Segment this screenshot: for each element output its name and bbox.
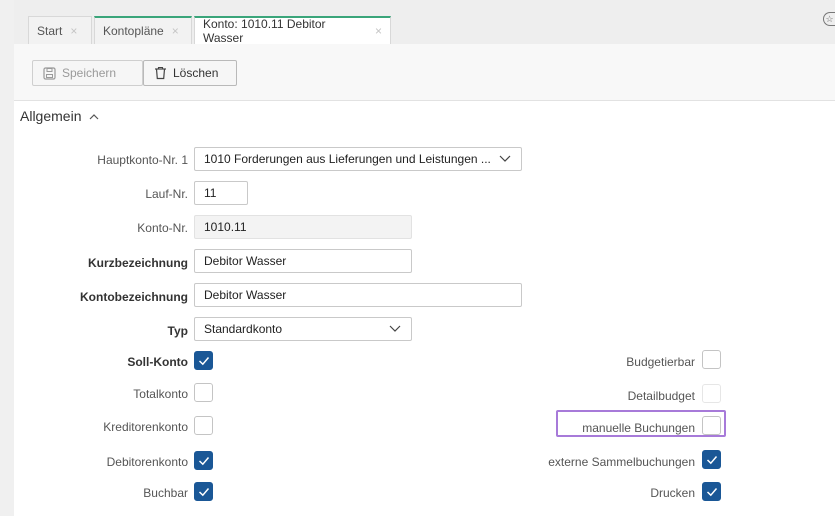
kreditorenkonto-label: Kreditorenkonto [103,420,188,434]
check-icon [198,357,210,366]
tab-start[interactable]: Start × [28,16,92,44]
chevron-down-icon [389,323,401,333]
totalkonto-label: Totalkonto [133,387,188,401]
toolbar: Speichern Löschen [14,44,835,101]
kurz-input[interactable]: Debitor Wasser [194,249,412,273]
externe-sammelbuchungen-label: externe Sammelbuchungen [548,455,695,469]
kreditorenkonto-checkbox[interactable] [194,416,213,435]
tab-label: Konto: 1010.11 Debitor Wasser [203,17,326,45]
typ-label: Typ [167,324,188,338]
drucken-checkbox[interactable] [702,482,721,501]
chevron-down-icon [499,153,511,163]
check-icon [198,457,210,466]
lauf-value: 11 [204,186,217,200]
buchbar-checkbox[interactable] [194,482,213,501]
kurz-value: Debitor Wasser [204,254,287,268]
hauptkonto-label: Hauptkonto-Nr. 1 [97,153,188,167]
kurz-label: Kurzbezeichnung [87,256,188,270]
tab-label: Start [37,23,63,38]
konto-label: Konto-Nr. [137,221,188,235]
manuelle-buchungen-checkbox[interactable] [702,416,721,435]
kontobez-input[interactable]: Debitor Wasser [194,283,522,307]
soll-konto-label: Soll-Konto [127,355,188,369]
typ-select[interactable]: Standardkonto [194,317,412,341]
tab-kontoplaene[interactable]: Kontopläne × [94,16,192,44]
close-icon[interactable]: × [375,24,382,38]
detailbudget-label: Detailbudget [627,389,695,403]
close-icon[interactable]: × [172,24,179,38]
chevron-up-icon[interactable] [89,113,99,120]
detailbudget-checkbox[interactable] [702,384,721,403]
drucken-label: Drucken [650,486,695,500]
soll-konto-checkbox[interactable] [194,351,213,370]
konto-value: 1010.11 [204,220,247,234]
totalkonto-checkbox[interactable] [194,383,213,402]
debitorenkonto-label: Debitorenkonto [106,455,188,469]
trash-icon [154,66,167,80]
hauptkonto-select[interactable]: 1010 Forderungen aus Lieferungen und Lei… [194,147,522,171]
save-label: Speichern [62,66,117,80]
budgetierbar-label: Budgetierbar [626,355,695,369]
manuelle-buchungen-label: manuelle Buchungen [582,421,695,435]
lauf-label: Lauf-Nr. [145,187,188,201]
budgetierbar-checkbox[interactable] [702,350,721,369]
kontobez-value: Debitor Wasser [204,288,287,302]
debitorenkonto-checkbox[interactable] [194,451,213,470]
konto-nr-field: 1010.11 [194,215,412,239]
check-icon [198,488,210,497]
favorite-icon[interactable]: ☆ [823,12,835,26]
save-icon [43,66,56,80]
check-icon [706,488,718,497]
tab-label: Kontopläne [103,24,164,38]
check-icon [706,456,718,465]
close-icon[interactable]: × [70,24,77,38]
section-header-allgemein[interactable]: Allgemein [20,108,99,124]
lauf-input[interactable]: 11 [194,181,248,205]
tab-konto-detail[interactable]: Konto: 1010.11 Debitor Wasser × [194,16,391,45]
buchbar-label: Buchbar [143,486,188,500]
left-edge [0,0,14,516]
externe-sammelbuchungen-checkbox[interactable] [702,450,721,469]
delete-button[interactable]: Löschen [143,60,237,86]
section-title: Allgemein [20,108,82,124]
delete-label: Löschen [173,66,219,80]
typ-value: Standardkonto [204,322,283,336]
kontobez-label: Kontobezeichnung [80,290,188,304]
save-button[interactable]: Speichern [32,60,143,86]
hauptkonto-value: 1010 Forderungen aus Lieferungen und Lei… [204,152,491,166]
